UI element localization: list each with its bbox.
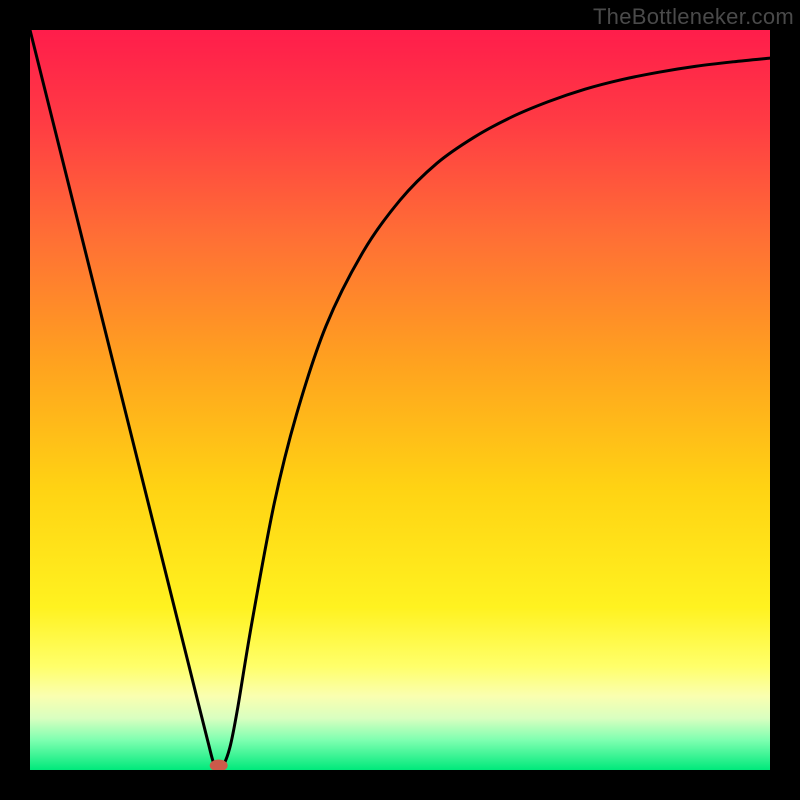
bottleneck-curve	[30, 30, 770, 769]
watermark-text: TheBottleneker.com	[593, 4, 794, 30]
plot-area	[30, 30, 770, 770]
curve-layer	[30, 30, 770, 770]
chart-frame: TheBottleneker.com	[0, 0, 800, 800]
